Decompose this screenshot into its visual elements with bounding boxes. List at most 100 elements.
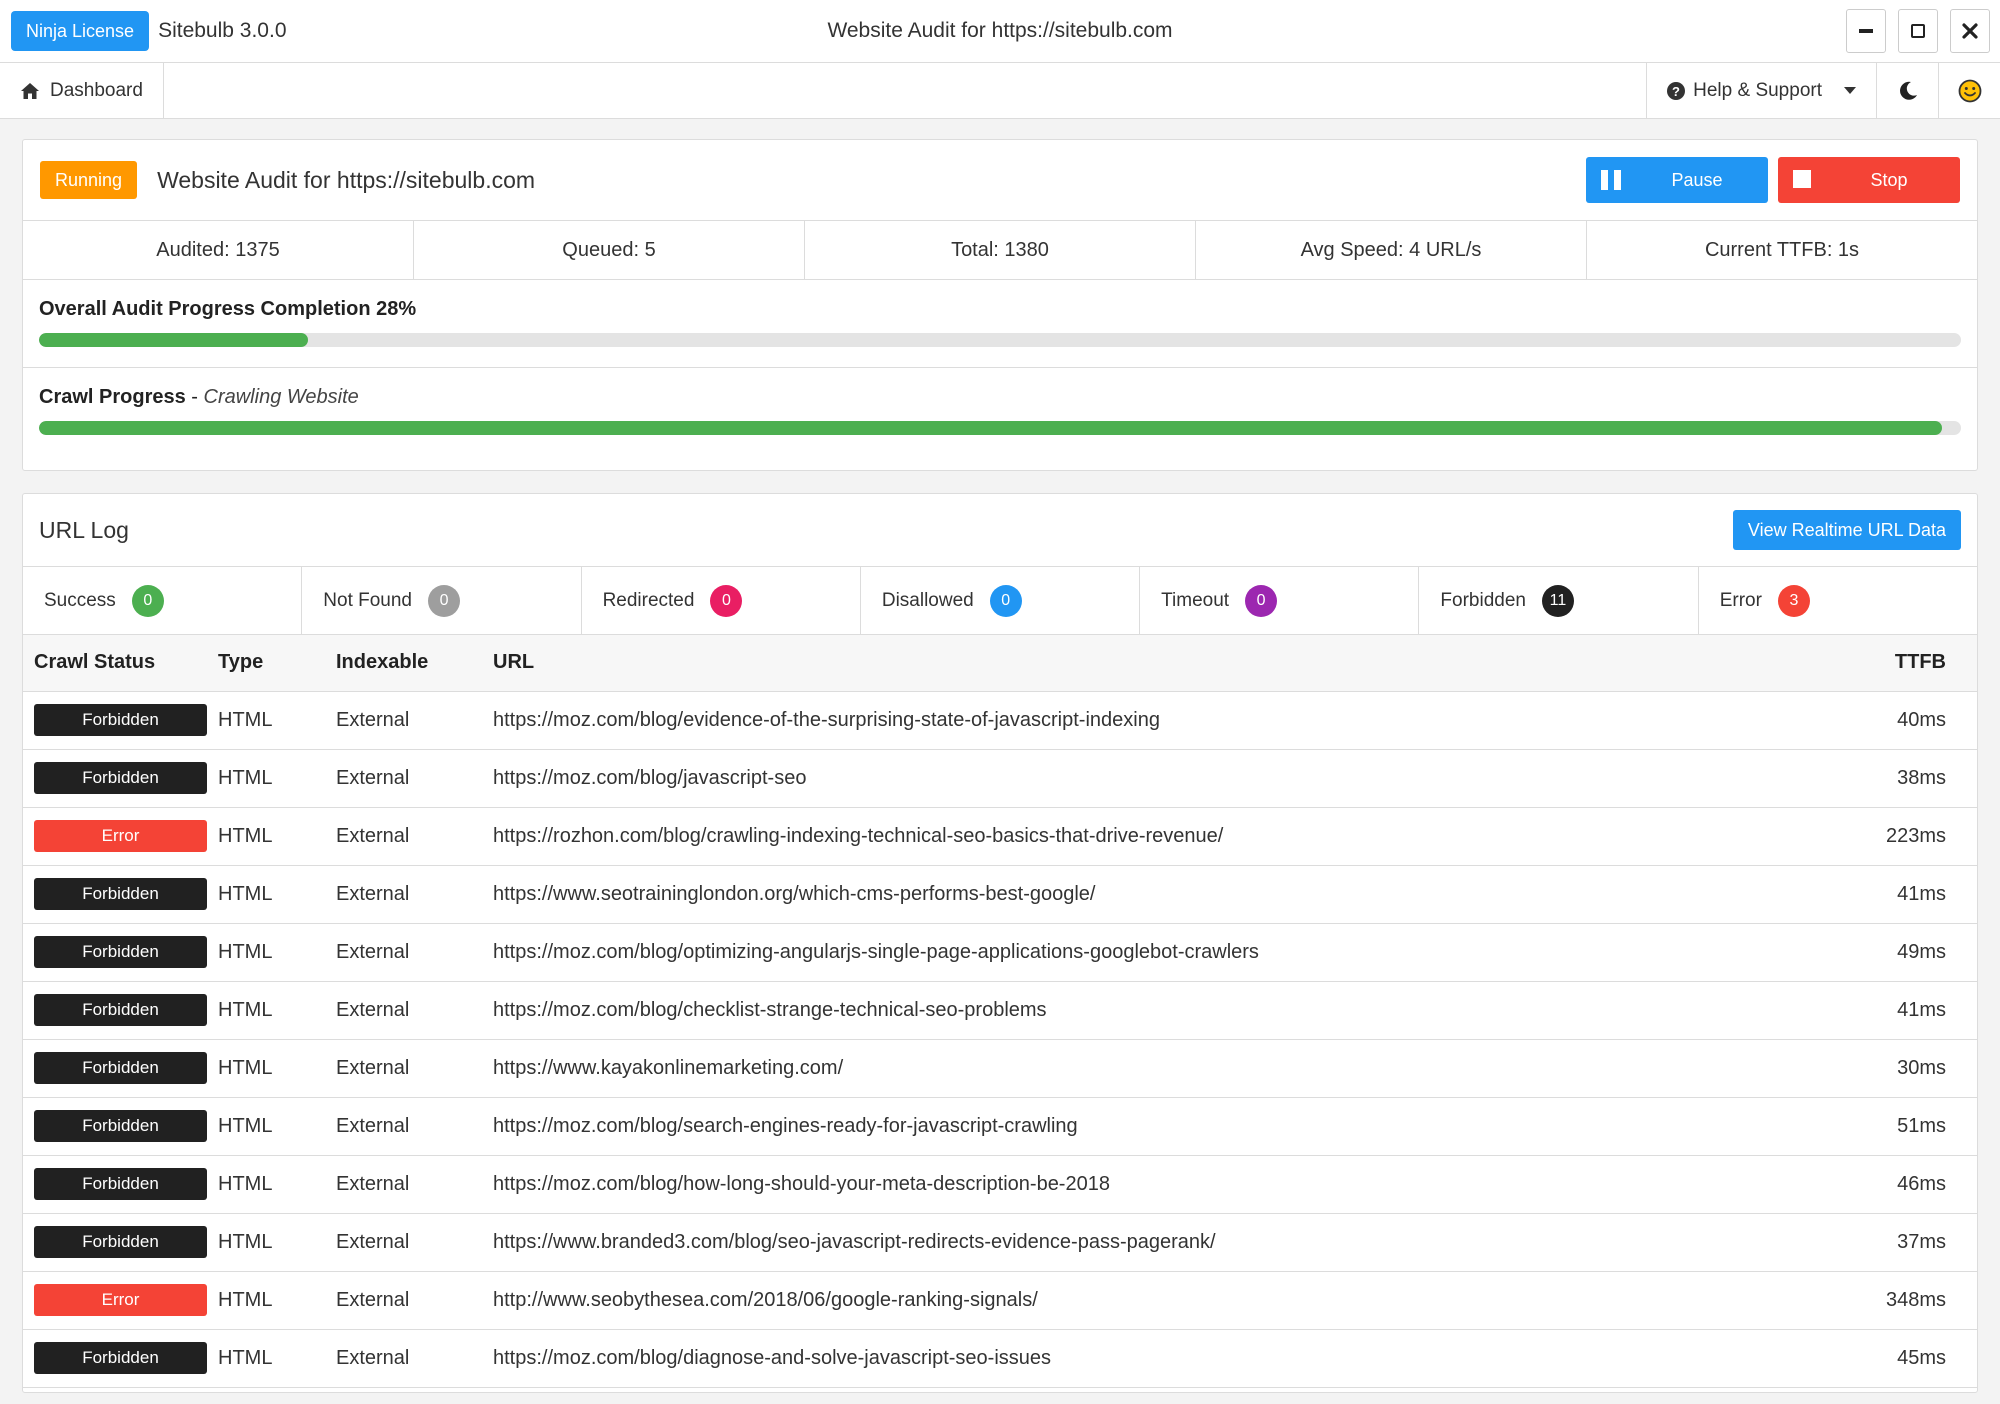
filter-label: Redirected [602, 589, 695, 611]
crawl-progress-bar [39, 421, 1961, 435]
col-header-ttfb[interactable]: TTFB [1837, 635, 1977, 692]
table-row[interactable]: Error HTML External https://rozhon.com/blog… [23, 807, 1977, 866]
pause-button[interactable]: Pause [1586, 157, 1768, 203]
filter-success[interactable]: Success 0 [23, 567, 303, 634]
table-row[interactable]: Forbidden HTML External https://moz.com/blo… [23, 923, 1977, 982]
cell-indexable: External [336, 691, 493, 750]
crawl-progress-section: Crawl Progress - Crawling Website [23, 368, 1977, 456]
filter-timeout[interactable]: Timeout 0 [1140, 567, 1420, 634]
cell-url: https://moz.com/blog/how-long-should-you… [493, 1155, 1837, 1214]
table-header-row: Crawl Status Type Indexable URL TTFB [23, 635, 1977, 692]
nav-bar: Dashboard ? Help & Support [0, 63, 2000, 119]
filter-count-badge: 0 [710, 584, 743, 617]
cell-indexable: External [336, 1329, 493, 1388]
cell-indexable: External [336, 923, 493, 982]
stat-queued: Queued: 5 [414, 221, 805, 279]
table-row[interactable]: Forbidden HTML External https://moz.com/blo… [23, 691, 1977, 750]
cell-type: HTML [218, 807, 336, 866]
col-header-indexable[interactable]: Indexable [336, 635, 493, 692]
dark-mode-toggle[interactable] [1876, 63, 1938, 118]
minimize-button[interactable] [1846, 9, 1886, 53]
col-header-type[interactable]: Type [218, 635, 336, 692]
stats-row: Audited: 1375 Queued: 5 Total: 1380 Avg … [23, 220, 1977, 280]
crawl-status-badge: Forbidden [34, 994, 207, 1026]
cell-url: https://moz.com/blog/evidence-of-the-sur… [493, 691, 1837, 750]
smiley-icon [1958, 79, 1981, 102]
cell-ttfb: 223ms [1837, 807, 1977, 866]
cell-ttfb: 49ms [1837, 923, 1977, 982]
question-circle-icon: ? [1667, 81, 1686, 100]
table-row[interactable]: Forbidden HTML External https://www.seotrai… [23, 865, 1977, 924]
cell-ttfb: 41ms [1837, 865, 1977, 924]
maximize-button[interactable] [1898, 9, 1938, 53]
cell-url: https://www.branded3.com/blog/seo-javasc… [493, 1213, 1837, 1272]
cell-indexable: External [336, 1213, 493, 1272]
audit-header: Running Website Audit for https://sitebu… [23, 140, 1977, 220]
stat-current-ttfb: Current TTFB: 1s [1704, 238, 1860, 261]
view-realtime-url-data-button[interactable]: View Realtime URL Data [1732, 510, 1961, 550]
cell-indexable: External [336, 1097, 493, 1156]
url-log-header: URL Log View Realtime URL Data [23, 494, 1977, 567]
cell-url: https://moz.com/blog/checklist-strange-t… [493, 981, 1837, 1040]
license-badge[interactable]: Ninja License [11, 11, 150, 51]
svg-text:?: ? [1672, 84, 1680, 99]
crawl-status-badge: Error [34, 820, 207, 852]
filter-not-found[interactable]: Not Found 0 [302, 567, 582, 634]
cell-ttfb: 40ms [1837, 691, 1977, 750]
stop-button[interactable]: Stop [1778, 157, 1960, 203]
cell-crawl-status: Forbidden [23, 981, 218, 1040]
cell-type: HTML [218, 865, 336, 924]
cell-type: HTML [218, 1213, 336, 1272]
filter-disallowed[interactable]: Disallowed 0 [861, 567, 1141, 634]
cell-ttfb: 45ms [1837, 1329, 1977, 1388]
filter-label: Timeout [1161, 589, 1230, 611]
feedback-button[interactable] [1938, 63, 2000, 118]
chevron-down-icon [1844, 87, 1856, 94]
table-row[interactable]: Forbidden HTML External https://moz.com/blo… [23, 749, 1977, 808]
cell-crawl-status: Forbidden [23, 1039, 218, 1098]
filter-label: Disallowed [881, 589, 974, 611]
nav-dashboard[interactable]: Dashboard [0, 63, 164, 118]
filter-count-badge: 3 [1777, 584, 1810, 617]
table-row[interactable]: Forbidden HTML External https://moz.com/blo… [23, 1329, 1977, 1388]
cell-type: HTML [218, 749, 336, 808]
minimize-icon [1859, 29, 1873, 33]
cell-crawl-status: Forbidden [23, 1329, 218, 1388]
cell-ttfb: 37ms [1837, 1213, 1977, 1272]
table-row[interactable]: Forbidden HTML External https://www.branded… [23, 1213, 1977, 1272]
help-support-dropdown[interactable]: ? Help & Support [1646, 63, 1876, 118]
table-row[interactable]: Forbidden HTML External https://moz.com/blo… [23, 1155, 1977, 1214]
audit-controls: Pause Stop [1586, 157, 1960, 203]
filter-redirected[interactable]: Redirected 0 [582, 567, 861, 634]
cell-url: https://moz.com/blog/optimizing-angularj… [493, 923, 1837, 982]
stat-audited: Audited: 1375 [23, 221, 414, 279]
audit-card: Running Website Audit for https://sitebu… [22, 139, 1978, 471]
col-header-crawl-status[interactable]: Crawl Status [23, 635, 218, 692]
table-row[interactable]: Forbidden HTML External https://www.kayakon… [23, 1039, 1977, 1098]
cell-crawl-status: Error [23, 1271, 218, 1330]
crawl-status-badge: Error [34, 1284, 207, 1316]
cell-ttfb: 46ms [1837, 1155, 1977, 1214]
overall-progress-label: Overall Audit Progress Completion 28% [39, 298, 1961, 321]
crawl-status-badge: Forbidden [34, 1052, 207, 1084]
url-log-card: URL Log View Realtime URL Data Success 0 N… [22, 493, 1978, 1393]
cell-type: HTML [218, 1097, 336, 1156]
filter-label: Not Found [323, 589, 413, 611]
cell-crawl-status: Error [23, 807, 218, 866]
table-row[interactable]: Forbidden HTML External https://moz.com/blo… [23, 1097, 1977, 1156]
cell-indexable: External [336, 1155, 493, 1214]
col-header-url[interactable]: URL [493, 635, 1837, 692]
moon-icon [1899, 81, 1917, 100]
stat-total: Total: 1380 [805, 221, 1196, 279]
cell-indexable: External [336, 865, 493, 924]
help-support-label: Help & Support [1693, 79, 1822, 101]
close-icon [1962, 23, 1978, 39]
filter-error[interactable]: Error 3 [1699, 567, 1977, 634]
filter-label: Forbidden [1440, 589, 1526, 611]
filter-forbidden[interactable]: Forbidden 11 [1419, 567, 1699, 634]
url-log-table: Crawl Status Type Indexable URL TTFB For… [23, 635, 1977, 1388]
cell-crawl-status: Forbidden [23, 1213, 218, 1272]
table-row[interactable]: Forbidden HTML External https://moz.com/blo… [23, 981, 1977, 1040]
close-button[interactable] [1950, 9, 1990, 53]
table-row[interactable]: Error HTML External http://www.seobythesea.… [23, 1271, 1977, 1330]
